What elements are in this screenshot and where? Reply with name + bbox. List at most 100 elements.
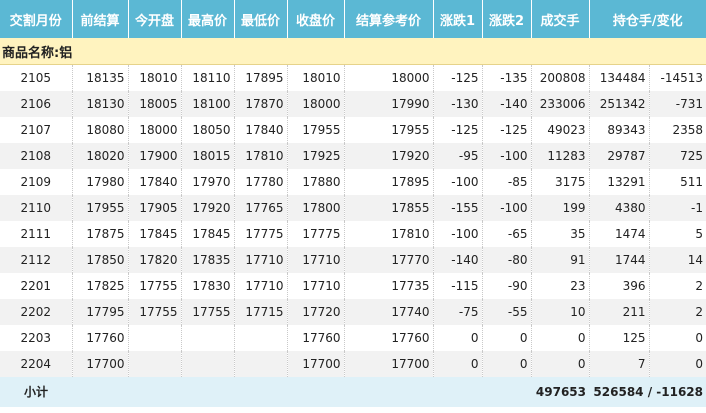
cell-settle-ref: 17740: [344, 298, 434, 325]
cell-prev-settle: 17825: [72, 272, 129, 299]
cell-oi-change: 5: [649, 220, 706, 247]
table-row[interactable]: 2204 17700 17700 17700 0 0 0 7 0: [0, 350, 706, 377]
cell-high: 18015: [181, 142, 235, 169]
cell-prev-settle: 18130: [72, 90, 129, 117]
cell-oi-change: 2: [649, 272, 706, 299]
cell-open-interest: 251342: [589, 90, 650, 117]
cell-change2: -85: [482, 168, 532, 195]
table-row[interactable]: 2111 17875 17845 17845 17775 17775 17810 -100 -6…: [0, 220, 706, 247]
cell-volume: 35: [531, 220, 590, 247]
cell-prev-settle: 17980: [72, 168, 129, 195]
cell-settle-ref: 17735: [344, 272, 434, 299]
cell-open-interest: 13291: [589, 168, 650, 195]
table-row[interactable]: 2105 18135 18010 18110 17895 18010 18000 -125 -1…: [0, 64, 706, 91]
cell-low: [234, 324, 288, 351]
cell-change2: 0: [482, 350, 532, 377]
cell-volume: 10: [531, 298, 590, 325]
cell-open-interest: 125: [589, 324, 650, 351]
cell-volume: 11283: [531, 142, 590, 169]
cell-prev-settle: 17875: [72, 220, 129, 247]
cell-volume: 91: [531, 246, 590, 273]
cell-change1: -125: [433, 116, 483, 143]
table-row[interactable]: 2202 17795 17755 17755 17715 17720 17740 -75 -55…: [0, 298, 706, 325]
col-header-low[interactable]: 最低价: [234, 0, 288, 38]
col-header-change1[interactable]: 涨跌1: [433, 0, 483, 38]
cell-prev-settle: 18135: [72, 64, 129, 91]
cell-delivery-month: 2106: [0, 90, 73, 117]
cell-open: [128, 350, 182, 377]
subtotal-spacer: [128, 376, 531, 407]
cell-high: 17845: [181, 220, 235, 247]
col-header-volume[interactable]: 成交手: [531, 0, 590, 38]
cell-prev-settle: 18020: [72, 142, 129, 169]
table-row[interactable]: 2201 17825 17755 17830 17710 17710 17735 -115 -9…: [0, 272, 706, 299]
cell-delivery-month: 2112: [0, 246, 73, 273]
cell-oi-change: 14: [649, 246, 706, 273]
cell-change2: 0: [482, 324, 532, 351]
col-header-delivery-month[interactable]: 交割月份: [0, 0, 73, 38]
cell-high: [181, 324, 235, 351]
cell-low: 17870: [234, 90, 288, 117]
cell-open-interest: 134484: [589, 64, 650, 91]
cell-open: 17755: [128, 298, 182, 325]
cell-change1: 0: [433, 324, 483, 351]
table-row[interactable]: 2112 17850 17820 17835 17710 17710 17770 -140 -8…: [0, 246, 706, 273]
cell-close: 17720: [287, 298, 345, 325]
cell-close: 17880: [287, 168, 345, 195]
cell-delivery-month: 2108: [0, 142, 73, 169]
cell-open-interest: 29787: [589, 142, 650, 169]
cell-open-interest: 7: [589, 350, 650, 377]
table-row[interactable]: 2109 17980 17840 17970 17780 17880 17895 -100 -8…: [0, 168, 706, 195]
cell-settle-ref: 17810: [344, 220, 434, 247]
cell-change1: -115: [433, 272, 483, 299]
col-header-open-interest[interactable]: 持仓手/变化: [589, 0, 706, 38]
cell-prev-settle: 17760: [72, 324, 129, 351]
cell-delivery-month: 2105: [0, 64, 73, 91]
cell-open: 17845: [128, 220, 182, 247]
cell-delivery-month: 2202: [0, 298, 73, 325]
table-row[interactable]: 2107 18080 18000 18050 17840 17955 17955 -125 -1…: [0, 116, 706, 143]
col-header-settle-ref[interactable]: 结算参考价: [344, 0, 434, 38]
cell-prev-settle: 17795: [72, 298, 129, 325]
cell-oi-change: 0: [649, 350, 706, 377]
cell-open-interest: 1474: [589, 220, 650, 247]
cell-open: 17820: [128, 246, 182, 273]
cell-settle-ref: 17955: [344, 116, 434, 143]
cell-delivery-month: 2203: [0, 324, 73, 351]
table-row[interactable]: 2106 18130 18005 18100 17870 18000 17990 -130 -1…: [0, 90, 706, 117]
cell-volume: 200808: [531, 64, 590, 91]
table-row[interactable]: 2110 17955 17905 17920 17765 17800 17855 -155 -1…: [0, 194, 706, 221]
subtotal-volume: 497653: [531, 376, 589, 407]
cell-settle-ref: 17700: [344, 350, 434, 377]
col-header-change2[interactable]: 涨跌2: [482, 0, 532, 38]
cell-open: [128, 324, 182, 351]
cell-settle-ref: 17760: [344, 324, 434, 351]
cell-change1: -125: [433, 64, 483, 91]
cell-change1: -75: [433, 298, 483, 325]
cell-low: 17715: [234, 298, 288, 325]
col-header-open[interactable]: 今开盘: [128, 0, 182, 38]
subtotal-row: 小计 497653 526584 / -11628: [0, 376, 706, 407]
cell-open: 18005: [128, 90, 182, 117]
cell-change1: -140: [433, 246, 483, 273]
cell-close: 17760: [287, 324, 345, 351]
cell-settle-ref: 17770: [344, 246, 434, 273]
cell-close: 17925: [287, 142, 345, 169]
cell-oi-change: 725: [649, 142, 706, 169]
cell-oi-change: -1: [649, 194, 706, 221]
group-row: 商品名称:铝: [0, 38, 706, 65]
cell-change1: -100: [433, 168, 483, 195]
cell-prev-settle: 18080: [72, 116, 129, 143]
col-header-close[interactable]: 收盘价: [287, 0, 345, 38]
cell-close: 17775: [287, 220, 345, 247]
cell-volume: 3175: [531, 168, 590, 195]
cell-delivery-month: 2109: [0, 168, 73, 195]
table-row[interactable]: 2203 17760 17760 17760 0 0 0 125 0: [0, 324, 706, 351]
cell-high: 18100: [181, 90, 235, 117]
table-row[interactable]: 2108 18020 17900 18015 17810 17925 17920 -95 -10…: [0, 142, 706, 169]
col-header-high[interactable]: 最高价: [181, 0, 235, 38]
cell-change2: -100: [482, 142, 532, 169]
col-header-prev-settle[interactable]: 前结算: [72, 0, 129, 38]
cell-high: 17920: [181, 194, 235, 221]
cell-oi-change: -731: [649, 90, 706, 117]
